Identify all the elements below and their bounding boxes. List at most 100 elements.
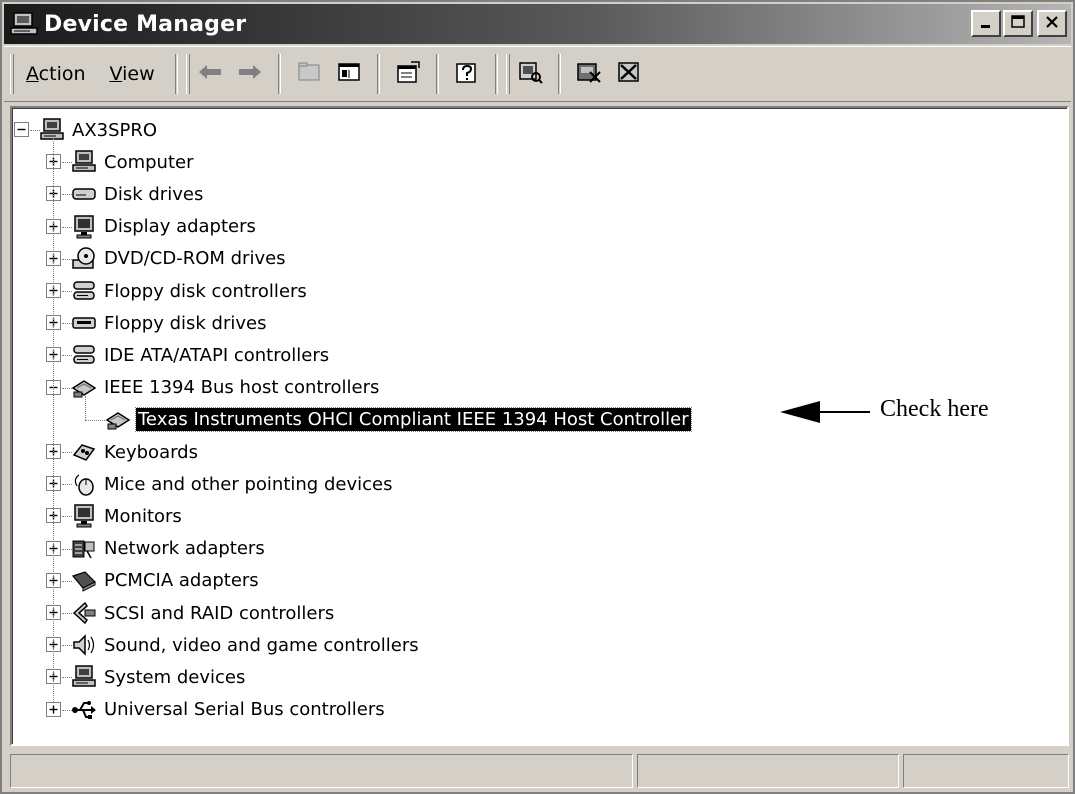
tree-node-label: IEEE 1394 Bus host controllers — [104, 377, 380, 399]
device-tree[interactable]: AX3SPRO Computer Disk drives Display adapte… — [12, 108, 1067, 744]
toolbar-separator — [174, 54, 178, 94]
tree-connector — [85, 419, 105, 421]
toolbar-separator — [435, 54, 439, 94]
tree-node-label: Display adapters — [104, 216, 256, 238]
menu-action[interactable]: Action — [14, 63, 98, 85]
tree-node-label: Universal Serial Bus controllers — [104, 699, 385, 721]
tree-connector — [53, 138, 54, 702]
tree-node-label: Floppy disk controllers — [104, 280, 307, 302]
usb-icon — [70, 696, 98, 724]
tree-node-category[interactable]: Mice and other pointing devices — [70, 468, 394, 500]
tree-node-category[interactable]: PCMCIA adapters — [70, 565, 261, 597]
tree-node-label: PCMCIA adapters — [104, 570, 259, 592]
ieee1394-icon — [104, 406, 132, 434]
maximize-button[interactable] — [1003, 10, 1033, 37]
status-pane-right — [903, 754, 1069, 788]
dvd-icon — [70, 245, 98, 273]
close-icon — [1045, 14, 1059, 33]
collapse-icon[interactable] — [14, 122, 29, 137]
monitor-icon — [70, 213, 98, 241]
tree-node-category[interactable]: Network adapters — [70, 533, 267, 565]
device-tree-pane[interactable]: AX3SPRO Computer Disk drives Display adapte… — [10, 106, 1069, 746]
tree-node-label: System devices — [104, 666, 246, 688]
tree-node-category[interactable]: Computer — [70, 146, 195, 178]
properties-icon — [395, 60, 421, 88]
tree-node-label: Monitors — [104, 505, 182, 527]
status-pane-middle — [637, 754, 899, 788]
disable-icon — [616, 60, 642, 88]
tree-node-category[interactable]: Sound, video and game controllers — [70, 629, 421, 661]
toolbar-separator — [494, 54, 498, 94]
tree-node-category[interactable]: Floppy disk drives — [70, 307, 268, 339]
help-icon — [454, 60, 480, 88]
scsi-icon — [70, 599, 98, 627]
tree-node-label: DVD/CD-ROM drives — [104, 248, 286, 270]
ieee1394-icon — [70, 374, 98, 402]
tree-node-label: Floppy disk drives — [104, 312, 267, 334]
up-folder-icon — [296, 60, 322, 88]
disk-drive-icon — [70, 180, 98, 208]
tree-node-label: Computer — [104, 151, 194, 173]
tree-node-category[interactable]: System devices — [70, 661, 247, 693]
tree-node-label: AX3SPRO — [72, 119, 158, 141]
tree-node-device-selected[interactable]: Texas Instruments OHCI Compliant IEEE 13… — [104, 404, 692, 436]
window-title: Device Manager — [44, 11, 247, 37]
toolbar-separator — [277, 54, 281, 94]
status-bar — [10, 754, 1069, 788]
uninstall-icon — [576, 60, 602, 88]
keyboard-icon — [70, 438, 98, 466]
tree-node-category[interactable]: Monitors — [70, 500, 184, 532]
show-hide-tree-icon — [337, 61, 361, 87]
scan-hardware-icon — [517, 60, 543, 88]
tree-node-label: Network adapters — [104, 538, 265, 560]
show-hide-tree-button[interactable] — [329, 54, 369, 94]
disable-button[interactable] — [609, 54, 649, 94]
toolbar-separator — [557, 54, 561, 94]
tree-node-category[interactable]: DVD/CD-ROM drives — [70, 243, 288, 275]
tree-node-category[interactable]: Keyboards — [70, 436, 200, 468]
scan-hardware-button[interactable] — [510, 54, 550, 94]
tree-node-label: Mice and other pointing devices — [104, 473, 393, 495]
computer-icon — [70, 148, 98, 176]
back-button[interactable] — [190, 54, 230, 94]
tree-node-category[interactable]: SCSI and RAID controllers — [70, 597, 336, 629]
network-adapter-icon — [70, 535, 98, 563]
title-bar[interactable]: Device Manager — [4, 4, 1071, 44]
toolbar: Action View — [4, 46, 1071, 102]
minimize-button[interactable] — [971, 10, 1001, 37]
uninstall-button[interactable] — [569, 54, 609, 94]
tree-node-category[interactable]: Disk drives — [70, 178, 205, 210]
tree-node-label: Keyboards — [104, 441, 198, 463]
tree-node-label: Disk drives — [104, 183, 204, 205]
help-button[interactable] — [447, 54, 487, 94]
tree-node-category[interactable]: Floppy disk controllers — [70, 275, 309, 307]
callout-label: Check here — [880, 396, 989, 422]
pcmcia-icon — [70, 567, 98, 595]
controller-icon — [70, 341, 98, 369]
expand-icon[interactable] — [46, 701, 61, 717]
computer-icon — [70, 663, 98, 691]
status-pane-main — [10, 754, 633, 788]
tree-node-label: Sound, video and game controllers — [104, 634, 419, 656]
up-folder-button[interactable] — [289, 54, 329, 94]
tree-node-category[interactable]: IDE ATA/ATAPI controllers — [70, 339, 331, 371]
close-button[interactable] — [1037, 10, 1067, 37]
monitor-icon — [70, 502, 98, 530]
toolbar-separator — [376, 54, 380, 94]
tree-node-label: Texas Instruments OHCI Compliant IEEE 13… — [135, 407, 692, 433]
mouse-icon — [70, 470, 98, 498]
tree-node-label: SCSI and RAID controllers — [104, 602, 335, 624]
back-icon — [197, 62, 223, 86]
forward-button[interactable] — [230, 54, 270, 94]
menu-view[interactable]: View — [98, 63, 167, 85]
tree-node-category[interactable]: Display adapters — [70, 211, 258, 243]
tree-node-category[interactable]: Universal Serial Bus controllers — [70, 694, 387, 726]
tree-node-category[interactable]: IEEE 1394 Bus host controllers — [70, 372, 381, 404]
tree-node-label: IDE ATA/ATAPI controllers — [104, 344, 330, 366]
restore-icon — [1010, 14, 1026, 34]
tree-root-node[interactable]: AX3SPRO — [38, 114, 159, 146]
device-manager-icon — [8, 7, 42, 41]
properties-button[interactable] — [388, 54, 428, 94]
controller-icon — [70, 277, 98, 305]
forward-icon — [237, 62, 263, 86]
